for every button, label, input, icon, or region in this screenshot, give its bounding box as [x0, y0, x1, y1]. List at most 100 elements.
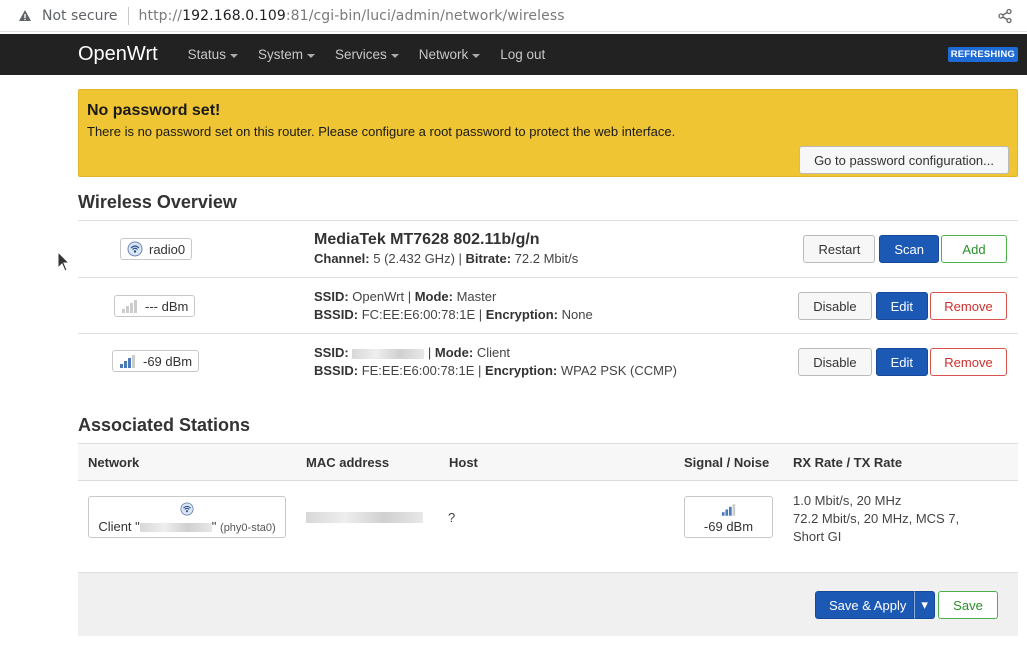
bssid-value: FE:EE:E6:00:78:1E [361, 363, 475, 378]
bssid-label: BSSID: [314, 307, 359, 322]
menu-system[interactable]: System [248, 47, 325, 62]
disable-button[interactable]: Disable [798, 348, 872, 376]
radio-details: Channel: 5 (2.432 GHz) | Bitrate: 72.2 M… [314, 251, 579, 266]
signal-none-icon [122, 300, 137, 313]
associated-stations-title: Associated Stations [78, 415, 251, 435]
mode-label: Mode: [434, 345, 474, 360]
save-apply-group: Save & Apply ▾ [815, 591, 935, 619]
col-host: Host [449, 455, 478, 470]
alert-text: There is no password set on this router.… [87, 124, 676, 139]
address-divider [127, 6, 129, 25]
station-signal-badge: -69 dBm [684, 496, 773, 538]
url-path: :81/cgi-bin/luci/admin/network/wireless [285, 7, 565, 24]
signal-badge-label: -69 dBm [143, 353, 193, 369]
restart-button[interactable]: Restart [803, 235, 876, 263]
chevron-down-icon [390, 53, 399, 58]
top-navbar: OpenWrt Status System Services Network L… [0, 34, 1027, 75]
network-bssid-line: BSSID: FC:EE:E6:00:78:1E | Encryption: N… [314, 307, 593, 322]
network-suffix: " [211, 519, 217, 534]
edit-button[interactable]: Edit [875, 292, 928, 320]
network-row: -69 dBm SSID: | Mode: Client BSSID: FE:E… [78, 333, 1018, 389]
radio-name: MediaTek MT7628 802.11b/g/n [314, 231, 540, 248]
ssid-redacted [352, 348, 425, 359]
host-value: ? [448, 510, 456, 525]
encryption-label: Encryption: [485, 307, 558, 322]
mode-value: Client [476, 345, 511, 360]
add-button[interactable]: Add [941, 235, 1007, 263]
menu-services[interactable]: Services [325, 47, 409, 62]
url-host: 192.168.0.109 [182, 7, 286, 24]
signal-value: -69 dBm [703, 519, 754, 534]
radio-actions: Restart Scan Add [803, 235, 1007, 263]
wifi-icon [180, 502, 194, 516]
network-ssid-line: SSID: | Mode: Client [314, 345, 511, 360]
menu-system-label: System [257, 47, 303, 62]
network-actions: Disable Edit Remove [798, 348, 1007, 376]
menu-logout[interactable]: Log out [490, 47, 555, 62]
scan-button[interactable]: Scan [879, 235, 939, 263]
url-prefix: http:// [138, 7, 183, 24]
save-button[interactable]: Save [938, 591, 998, 619]
page-actions: Save & Apply ▾ Save [78, 572, 1018, 636]
encryption-value: WPA2 PSK (CCMP) [560, 363, 677, 378]
wifi-icon [127, 241, 143, 257]
radio-badge: radio0 [120, 238, 193, 260]
brand-logo[interactable]: OpenWrt [78, 43, 158, 66]
password-config-button[interactable]: Go to password configuration... [799, 146, 1009, 174]
col-rate: RX Rate / TX Rate [793, 455, 903, 470]
network-row: --- dBm SSID: OpenWrt | Mode: Master BSS… [78, 277, 1018, 333]
mac-redacted [306, 512, 423, 523]
save-apply-dropdown[interactable]: ▾ [914, 591, 935, 619]
col-mac: MAC address [306, 455, 390, 470]
col-signal: Signal / Noise [684, 455, 770, 470]
ssid-label: SSID: [314, 289, 349, 304]
browser-address-bar: Not secure http://192.168.0.109:81/cgi-b… [0, 0, 1027, 32]
signal-strength-icon [721, 504, 735, 516]
mode-label: Mode: [414, 289, 453, 304]
refreshing-badge[interactable]: REFRESHING [947, 47, 1018, 62]
disable-button[interactable]: Disable [798, 292, 872, 320]
menu-status-label: Status [187, 47, 226, 62]
url-field[interactable]: http://192.168.0.109:81/cgi-bin/luci/adm… [139, 8, 565, 24]
rate-values: 1.0 Mbit/s, 20 MHz 72.2 Mbit/s, 20 MHz, … [793, 492, 959, 546]
signal-badge: -69 dBm [112, 350, 200, 372]
menu-services-label: Services [334, 47, 387, 62]
chevron-down-icon [472, 53, 481, 58]
wireless-overview-title: Wireless Overview [78, 192, 237, 212]
network-bssid-line: BSSID: FE:EE:E6:00:78:1E | Encryption: W… [314, 363, 677, 378]
network-prefix: Client " [98, 519, 140, 534]
encryption-value: None [561, 307, 593, 322]
station-network-badge[interactable]: Client " " (phy0-sta0) [88, 496, 286, 538]
edit-button[interactable]: Edit [875, 348, 928, 376]
bssid-value: FC:EE:E6:00:78:1E [361, 307, 476, 322]
remove-button[interactable]: Remove [930, 348, 1007, 376]
save-apply-button[interactable]: Save & Apply [815, 591, 915, 619]
menu-network-label: Network [418, 47, 469, 62]
network-ssid-line: SSID: OpenWrt | Mode: Master [314, 289, 497, 304]
rx-rate: 1.0 Mbit/s, 20 MHz [793, 493, 902, 508]
remove-button[interactable]: Remove [930, 292, 1007, 320]
stations-header-row: Network MAC address Host Signal / Noise … [78, 443, 1018, 481]
channel-label: Channel: [314, 251, 370, 266]
menu-network[interactable]: Network [409, 47, 491, 62]
channel-value: 5 (2.432 GHz) [373, 251, 455, 266]
mouse-cursor-icon [57, 251, 71, 272]
security-label[interactable]: Not secure [42, 8, 118, 24]
chevron-down-icon [306, 53, 315, 58]
station-network-label: Client " " (phy0-sta0) [89, 519, 285, 534]
bitrate-label: Bitrate: [465, 251, 512, 266]
signal-strength-icon [120, 355, 135, 368]
warning-icon [19, 9, 31, 21]
radio-device-row: radio0 MediaTek MT7628 802.11b/g/n Chann… [78, 220, 1018, 277]
tx-rate-extra: Short GI [793, 529, 842, 544]
chevron-down-icon [229, 53, 238, 58]
menu-status[interactable]: Status [178, 47, 248, 62]
network-name-redacted [139, 523, 212, 533]
bssid-label: BSSID: [314, 363, 359, 378]
main-menu: Status System Services Network Log out [178, 47, 556, 62]
mode-value: Master [456, 289, 497, 304]
col-network: Network [88, 455, 140, 470]
tx-rate: 72.2 Mbit/s, 20 MHz, MCS 7, [793, 511, 960, 526]
network-iface: (phy0-sta0) [220, 522, 276, 534]
share-icon[interactable] [997, 8, 1013, 24]
